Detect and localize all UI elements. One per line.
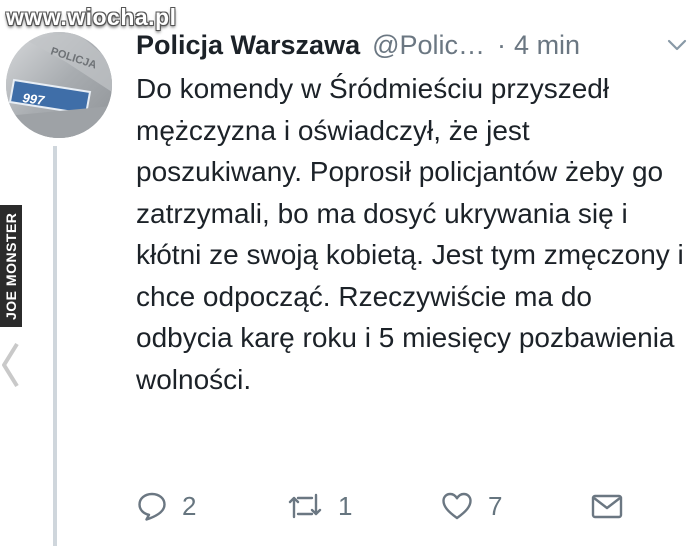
reply-icon	[138, 492, 166, 521]
joe-monster-banner: JOE MONSTER	[0, 205, 22, 327]
like-button[interactable]: 7	[440, 484, 502, 528]
reply-count: 2	[182, 490, 197, 521]
tweet-text: Do komendy w Śródmieściu przyszedł mężcz…	[136, 73, 684, 395]
like-count: 7	[488, 490, 503, 521]
chevron-down-icon[interactable]	[666, 34, 688, 56]
watermark: www.wiocha.pl	[6, 4, 177, 30]
avatar[interactable]: POLICJA 997	[6, 32, 112, 138]
tweet-header: Policja Warszawa @Polic… · 4 min	[136, 24, 692, 66]
thread-line	[53, 146, 57, 546]
retweet-count: 1	[338, 490, 353, 521]
action-bar: 2 1 7	[136, 484, 636, 528]
message-icon	[591, 494, 623, 519]
retweet-button[interactable]: 1	[286, 484, 352, 528]
author-handle[interactable]: @Polic…	[372, 30, 485, 61]
chevron-left-icon[interactable]	[0, 340, 20, 390]
police-badge-image: POLICJA 997	[6, 32, 112, 138]
badge-number: 997	[22, 90, 46, 108]
message-button[interactable]	[590, 484, 624, 528]
separator-dot: ·	[497, 29, 507, 60]
retweet-icon	[288, 493, 322, 519]
like-icon	[442, 492, 472, 520]
tweet-time[interactable]: 4 min	[514, 30, 580, 61]
author-name[interactable]: Policja Warszawa	[136, 30, 360, 61]
reply-button[interactable]: 2	[136, 484, 196, 528]
